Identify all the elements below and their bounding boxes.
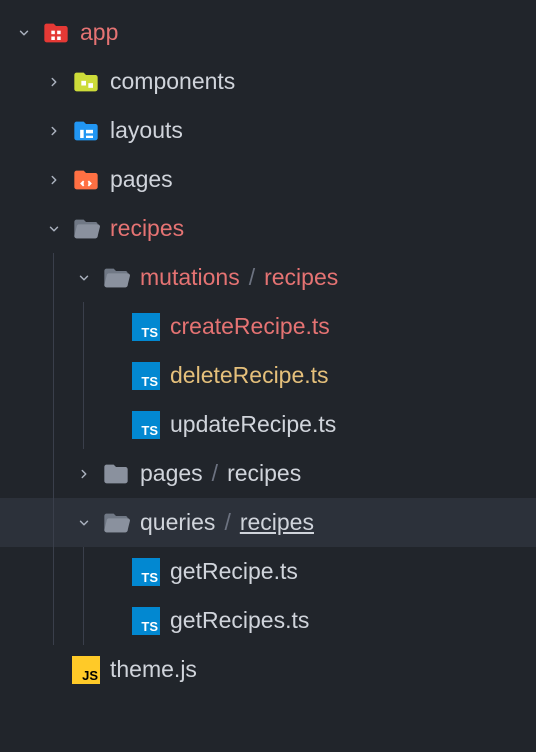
file-deleteRecipe[interactable]: TS deleteRecipe.ts — [0, 351, 536, 400]
folder-pages-icon — [72, 166, 100, 194]
file-theme[interactable]: JS theme.js — [0, 645, 536, 694]
path-separator: / — [212, 460, 218, 487]
folder-pages-recipes[interactable]: pages / recipes — [0, 449, 536, 498]
file-updateRecipe[interactable]: TS updateRecipe.ts — [0, 400, 536, 449]
chevron-down-icon — [72, 266, 96, 290]
path-separator: / — [249, 264, 255, 291]
folder-label: recipes — [110, 215, 184, 242]
folder-label-sub: recipes — [227, 460, 301, 487]
ts-file-icon: TS — [132, 313, 160, 341]
folder-label: layouts — [110, 117, 183, 144]
folder-label-sub: recipes — [264, 264, 338, 291]
folder-open-icon — [102, 264, 130, 292]
chevron-right-icon — [42, 119, 66, 143]
file-label: theme.js — [110, 656, 197, 683]
file-getRecipe[interactable]: TS getRecipe.ts — [0, 547, 536, 596]
folder-recipes[interactable]: recipes — [0, 204, 536, 253]
file-getRecipes[interactable]: TS getRecipes.ts — [0, 596, 536, 645]
folder-label: pages — [140, 460, 203, 487]
path-separator: / — [224, 509, 230, 536]
folder-label: app — [80, 19, 118, 46]
js-file-icon: JS — [72, 656, 100, 684]
ts-file-icon: TS — [132, 362, 160, 390]
chevron-down-icon — [12, 21, 36, 45]
chevron-right-icon — [72, 462, 96, 486]
folder-label: components — [110, 68, 235, 95]
folder-app-icon — [42, 19, 70, 47]
folder-icon — [102, 460, 130, 488]
folder-layouts[interactable]: layouts — [0, 106, 536, 155]
chevron-right-icon — [42, 70, 66, 94]
file-label: getRecipe.ts — [170, 558, 298, 585]
ts-file-icon: TS — [132, 411, 160, 439]
folder-open-icon — [102, 509, 130, 537]
folder-queries-recipes[interactable]: queries / recipes — [0, 498, 536, 547]
folder-components[interactable]: components — [0, 57, 536, 106]
folder-mutations-recipes[interactable]: mutations / recipes — [0, 253, 536, 302]
folder-label: queries — [140, 509, 215, 536]
chevron-right-icon — [42, 168, 66, 192]
folder-label-sub: recipes — [240, 509, 314, 536]
file-label: deleteRecipe.ts — [170, 362, 329, 389]
ts-file-icon: TS — [132, 607, 160, 635]
file-createRecipe[interactable]: TS createRecipe.ts — [0, 302, 536, 351]
folder-components-icon — [72, 68, 100, 96]
file-label: createRecipe.ts — [170, 313, 330, 340]
folder-label: pages — [110, 166, 173, 193]
file-label: getRecipes.ts — [170, 607, 309, 634]
file-label: updateRecipe.ts — [170, 411, 336, 438]
folder-open-icon — [72, 215, 100, 243]
folder-pages[interactable]: pages — [0, 155, 536, 204]
folder-label: mutations — [140, 264, 240, 291]
folder-layouts-icon — [72, 117, 100, 145]
ts-file-icon: TS — [132, 558, 160, 586]
chevron-down-icon — [72, 511, 96, 535]
folder-app[interactable]: app — [0, 8, 536, 57]
chevron-down-icon — [42, 217, 66, 241]
